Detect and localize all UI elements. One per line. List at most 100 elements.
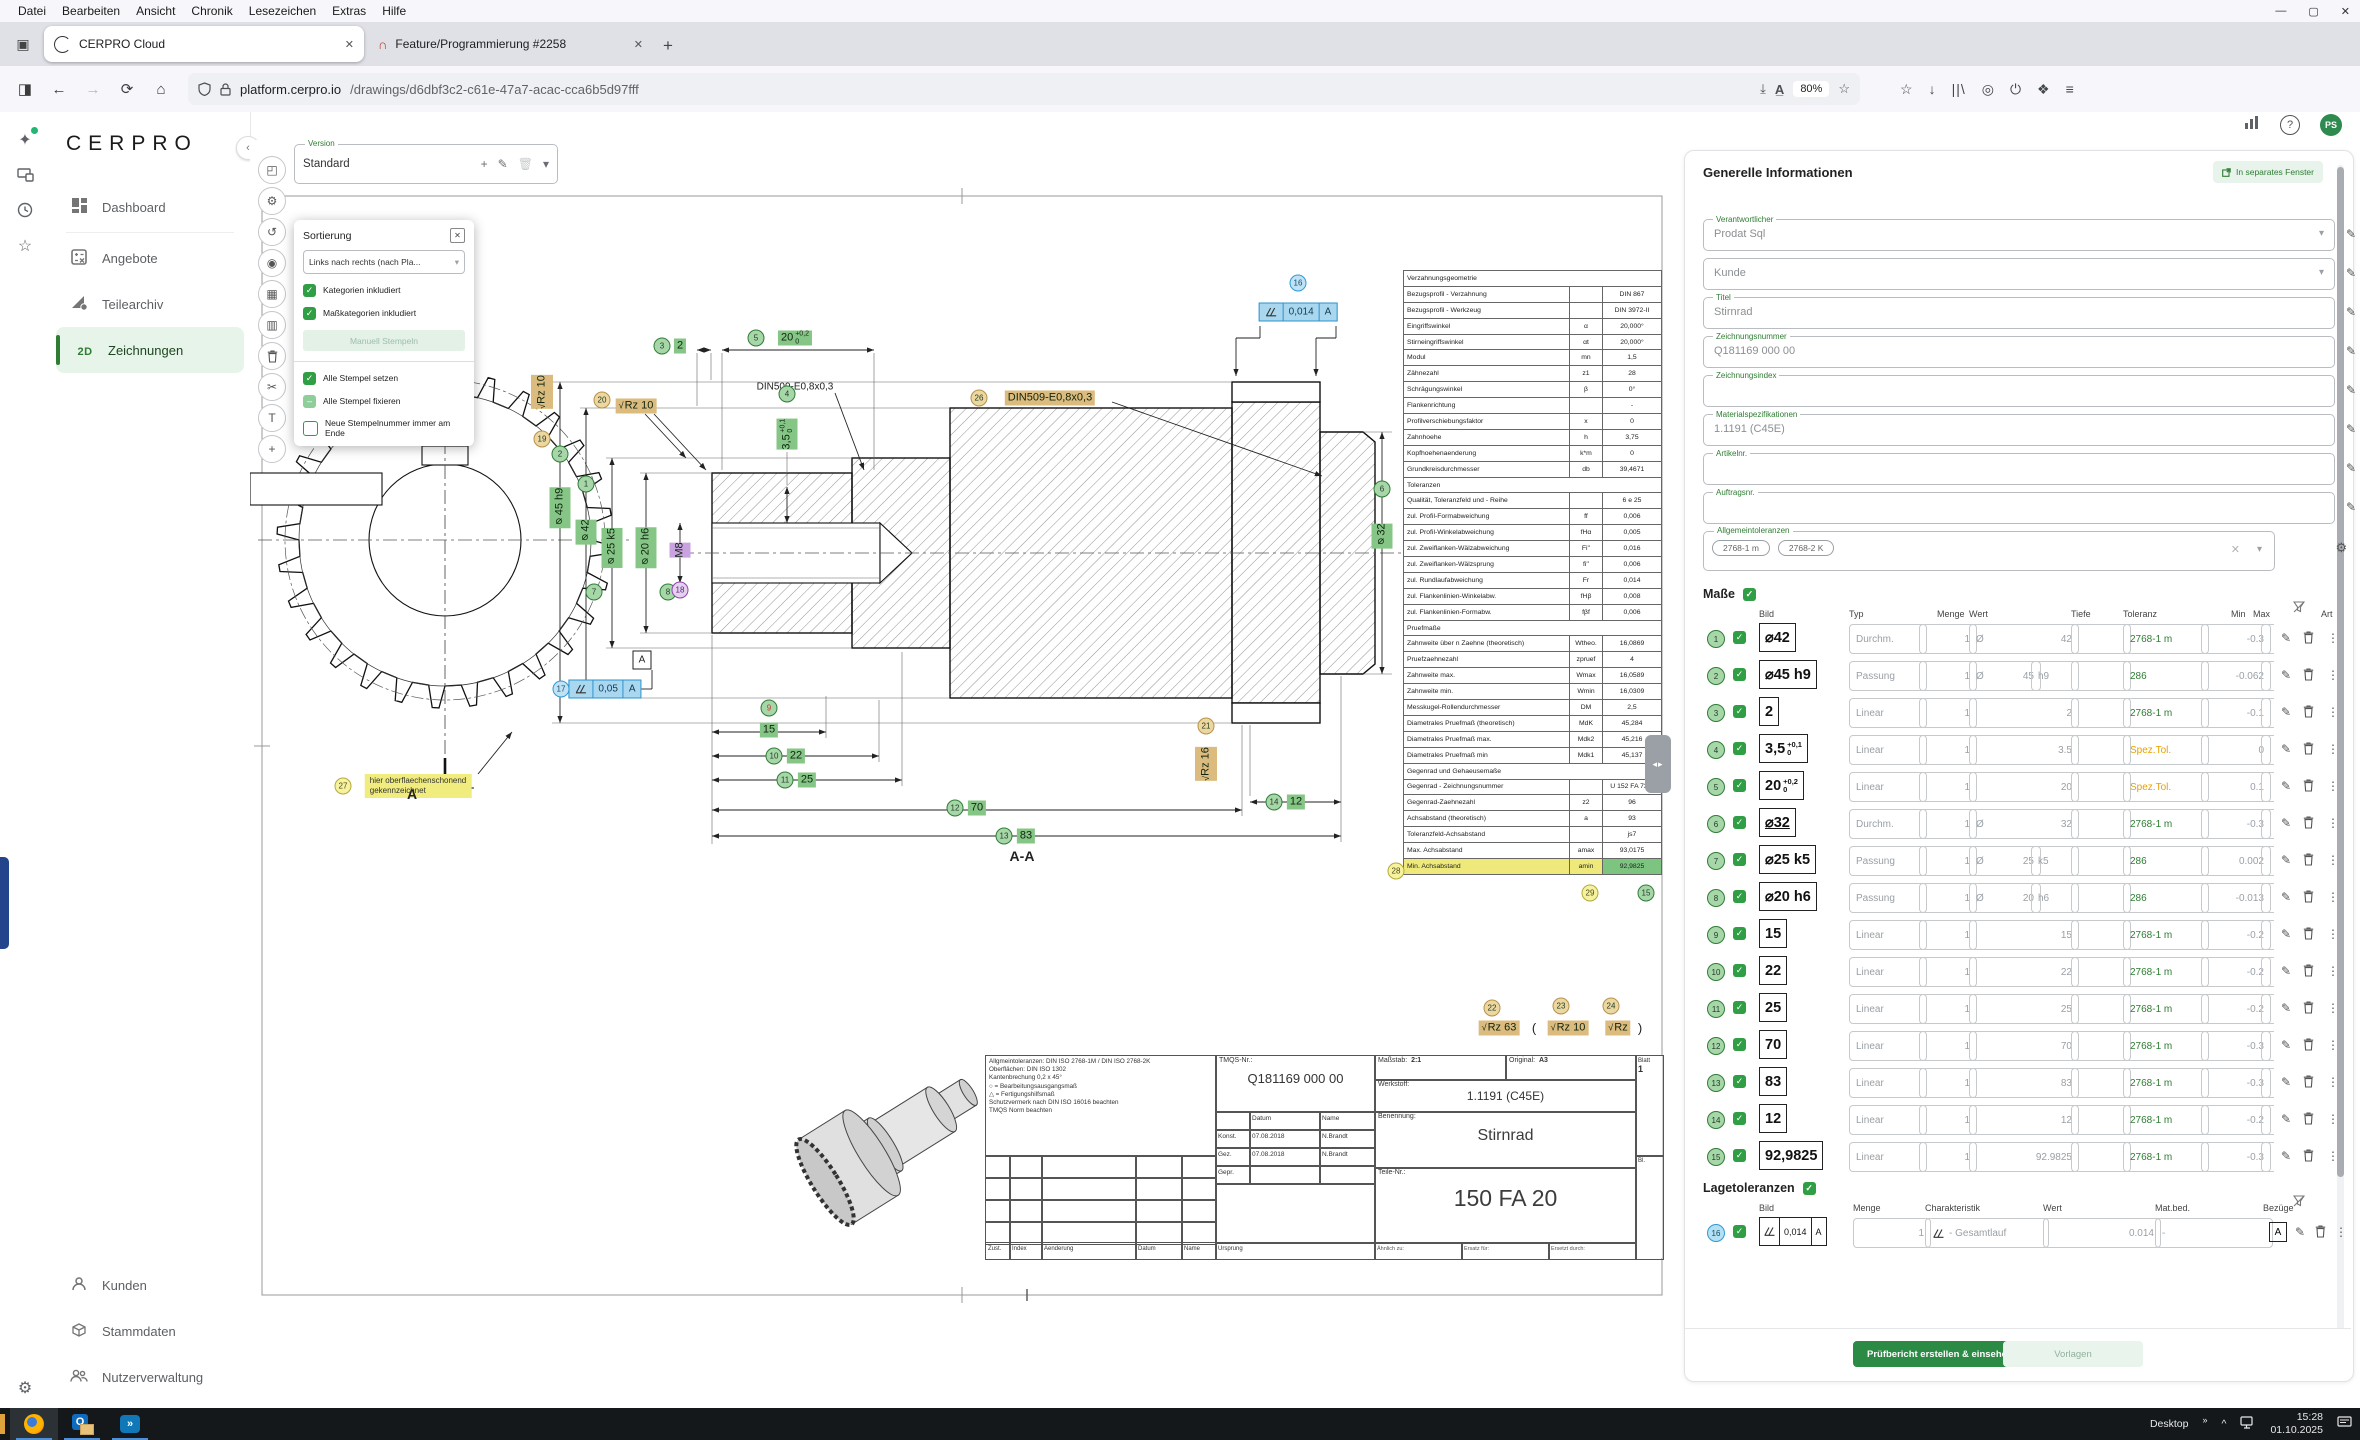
tolerance-field[interactable]: 2768-1 m <box>2123 1068 2209 1098</box>
grid-tool-icon[interactable]: ▦ <box>258 280 286 308</box>
home-icon[interactable]: ⌂ <box>146 74 176 104</box>
tab-close-icon[interactable]: ✕ <box>634 38 643 51</box>
tolerance-field[interactable]: 2768-1 m <box>2123 1105 2209 1135</box>
max-field[interactable] <box>2261 920 2274 950</box>
type-field[interactable]: Durchm. <box>1849 809 1927 839</box>
devices-icon[interactable] <box>0 168 50 187</box>
row-checkbox[interactable]: ✓ <box>1733 631 1746 644</box>
sidebar-toggle-icon[interactable]: ◨ <box>10 74 40 104</box>
trash-icon[interactable] <box>2303 1001 2314 1017</box>
taskbar-firefox-icon[interactable] <box>10 1408 58 1440</box>
edit-icon[interactable]: ✎ <box>2346 344 2356 358</box>
bookmark-star-icon[interactable]: ☆ <box>1838 81 1850 97</box>
sort-option[interactable]: ✓Maßkategorien inkludiert <box>303 307 465 320</box>
chevron-down-icon[interactable]: ▾ <box>543 157 549 171</box>
kebab-menu-icon[interactable]: ⋮ <box>2327 816 2339 830</box>
depth-field[interactable] <box>2071 624 2131 654</box>
fit-tool-icon[interactable]: ◰ <box>258 156 286 184</box>
taskbar-edge-app[interactable] <box>0 1414 5 1434</box>
type-field[interactable]: Passung <box>1849 846 1927 876</box>
close-button[interactable]: ✕ <box>2341 5 2350 18</box>
maximize-button[interactable]: ▢ <box>2308 5 2318 18</box>
edit-icon[interactable]: ✎ <box>2281 1038 2291 1052</box>
translate-icon[interactable]: A̲ <box>1775 82 1784 97</box>
sort-order-select[interactable]: Links nach rechts (nach Pla... ▾ <box>303 250 465 274</box>
edit-icon[interactable]: ✎ <box>2346 383 2356 397</box>
create-report-button[interactable]: Prüfbericht erstellen & einsehen <box>1853 1341 2027 1367</box>
type-field[interactable]: Linear <box>1849 1142 1927 1172</box>
manual-stamp-button[interactable]: Manuell Stempeln <box>303 330 465 351</box>
max-field[interactable] <box>2261 1105 2274 1135</box>
max-field[interactable] <box>2261 1068 2274 1098</box>
drawing-pane[interactable]: VerzahnungsgeometrieBezugsprofil - Verza… <box>250 140 1676 1408</box>
tray-expand-icon[interactable]: ^ <box>2222 1418 2227 1430</box>
tolerance-field[interactable]: 2768-1 m <box>2123 809 2209 839</box>
max-field[interactable] <box>2261 698 2274 728</box>
save-page-icon[interactable]: ⤓ <box>1760 81 1766 97</box>
row-checkbox[interactable]: ✓ <box>1733 742 1746 755</box>
trash-tool-icon[interactable] <box>258 342 286 370</box>
kebab-menu-icon[interactable]: ⋮ <box>2327 1038 2339 1052</box>
tolerance-field[interactable]: 2768-1 m <box>2123 698 2209 728</box>
trash-icon[interactable] <box>2315 1225 2326 1241</box>
delete-version-icon[interactable]: 🗑︎ <box>518 157 533 171</box>
trash-icon[interactable] <box>2303 1112 2314 1128</box>
quantity-field[interactable]: 1 <box>1853 1218 1931 1248</box>
depth-field[interactable] <box>2071 772 2131 802</box>
settings-icon[interactable]: ⚙ <box>0 1378 50 1398</box>
sort-option[interactable]: –Alle Stempel fixieren <box>303 395 465 408</box>
depth-field[interactable] <box>2071 1105 2131 1135</box>
kebab-menu-icon[interactable]: ⋮ <box>2327 779 2339 793</box>
minimize-button[interactable]: — <box>2275 5 2286 17</box>
depth-field[interactable] <box>2071 661 2131 691</box>
trash-icon[interactable] <box>2303 1075 2314 1091</box>
row-checkbox[interactable]: ✓ <box>1733 964 1746 977</box>
sidebar-item-zeichnungen[interactable]: 2DZeichnungen <box>56 327 244 373</box>
max-field[interactable] <box>2261 1142 2274 1172</box>
row-checkbox[interactable]: ✓ <box>1733 1225 1746 1238</box>
checkbox-icon[interactable]: ✓ <box>303 372 316 385</box>
help-icon[interactable]: ? <box>2280 115 2300 135</box>
masse-row[interactable]: 3 ✓ 2 Linear 1 2 2768-1 m -0.1 ✎ ⋮ <box>1703 697 2335 727</box>
tolerance-field[interactable]: 2768-1 m <box>2123 994 2209 1024</box>
templates-button[interactable]: Vorlagen <box>2003 1341 2143 1367</box>
edit-icon[interactable]: ✎ <box>2281 816 2291 830</box>
zoom-level[interactable]: 80% <box>1793 81 1829 97</box>
sidebar-item-nutzerverwaltung[interactable]: Nutzerverwaltung <box>50 1354 250 1400</box>
tolerance-field[interactable]: Spez.Tol. <box>2123 772 2209 802</box>
kebab-menu-icon[interactable]: ⋮ <box>2327 668 2339 682</box>
max-field[interactable] <box>2261 735 2274 765</box>
sidebar-item-kunden[interactable]: Kunden <box>50 1262 250 1308</box>
material-condition-field[interactable]: - <box>2155 1218 2273 1248</box>
notifications-icon[interactable] <box>2337 1416 2352 1432</box>
menu-item[interactable]: Chronik <box>183 3 240 19</box>
scissors-tool-icon[interactable]: ✂ <box>258 373 286 401</box>
bookmarks-icon[interactable]: ☆ <box>1900 81 1913 98</box>
sidebar-item-dashboard[interactable]: Dashboard <box>50 184 250 230</box>
trash-icon[interactable] <box>2303 1149 2314 1165</box>
trash-icon[interactable] <box>2303 668 2314 684</box>
kebab-menu-icon[interactable]: ⋮ <box>2327 705 2339 719</box>
text-tool-icon[interactable]: T <box>258 404 286 432</box>
field-auftragsnr[interactable]: Auftragsnr. ✎ <box>1703 492 2335 524</box>
checkbox-icon[interactable]: – <box>303 395 316 408</box>
edit-icon[interactable]: ✎ <box>2346 266 2356 280</box>
edit-version-icon[interactable]: ✎ <box>498 157 508 171</box>
tolerance-field[interactable]: 2768-1 m <box>2123 1031 2209 1061</box>
menu-item[interactable]: Datei <box>10 3 54 19</box>
url-bar[interactable]: platform.cerpro.io/drawings/d6dbf3c2-c61… <box>188 73 1860 105</box>
depth-field[interactable] <box>2071 1142 2131 1172</box>
edit-icon[interactable]: ✎ <box>2281 1001 2291 1015</box>
masse-row[interactable]: 5 ✓ 20+0,20 Linear 1 20 Spez.Tol. 0.1 ✎ … <box>1703 771 2335 801</box>
tolerance-field[interactable]: 286 <box>2123 846 2209 876</box>
kebab-menu-icon[interactable]: ⋮ <box>2327 964 2339 978</box>
characteristic-field[interactable]: - Gesamtlauf <box>1925 1218 2049 1248</box>
edit-icon[interactable]: ✎ <box>2281 668 2291 682</box>
chevron-down-icon[interactable]: ▾ <box>2319 228 2324 239</box>
kebab-menu-icon[interactable]: ⋮ <box>2327 890 2339 904</box>
edit-icon[interactable]: ✎ <box>2346 422 2356 436</box>
tolerance-field[interactable]: 2768-1 m <box>2123 920 2209 950</box>
tolerance-field[interactable]: 286 <box>2123 661 2209 691</box>
type-field[interactable]: Linear <box>1849 698 1927 728</box>
depth-field[interactable] <box>2071 698 2131 728</box>
